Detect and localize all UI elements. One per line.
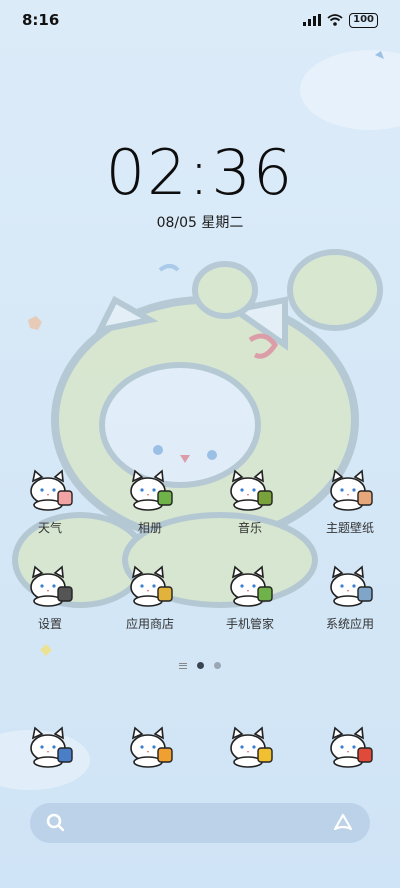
app-icon-wrap[interactable] [225, 467, 275, 511]
camera-icon [330, 726, 373, 768]
status-bar: 8:16 100 [0, 0, 400, 40]
app-store-icon [130, 565, 173, 607]
messages-icon [230, 726, 273, 768]
app-settings[interactable]: 设置 [0, 561, 100, 657]
app-label: 手机管家 [225, 617, 274, 631]
dock-icon-wrap[interactable] [25, 724, 75, 768]
battery-indicator: 100 [349, 12, 378, 28]
browser-icon [130, 726, 173, 768]
phone-icon [30, 726, 73, 768]
page-dot[interactable] [214, 662, 221, 669]
app-label: 相册 [137, 521, 162, 535]
app-app-store[interactable]: 应用商店 [100, 561, 200, 657]
app-icon-wrap[interactable] [125, 563, 175, 607]
app-label: 天气 [37, 521, 62, 535]
dock-icon-wrap[interactable] [125, 724, 175, 768]
app-icon-wrap[interactable] [25, 467, 75, 511]
search-icon[interactable] [46, 813, 66, 833]
app-icon-wrap[interactable] [325, 467, 375, 511]
app-icon-wrap[interactable] [25, 563, 75, 607]
app-icon-wrap[interactable] [225, 563, 275, 607]
app-system-apps-folder[interactable]: 系统应用 [300, 561, 400, 657]
app-music[interactable]: 音乐 [200, 465, 300, 561]
settings-icon [30, 565, 73, 607]
system-apps-folder-icon [330, 565, 373, 607]
status-icons: 100 [303, 12, 378, 28]
app-label: 设置 [37, 617, 62, 631]
dock-messages[interactable] [200, 722, 300, 782]
app-label: 主题壁纸 [325, 521, 374, 535]
dock [0, 722, 400, 782]
app-icon-wrap[interactable] [325, 563, 375, 607]
dock-phone[interactable] [0, 722, 100, 782]
lock-date[interactable]: 08/05 星期二 [0, 212, 400, 232]
music-icon [230, 469, 273, 511]
app-gallery[interactable]: 相册 [100, 465, 200, 561]
wifi-icon [327, 14, 343, 26]
page-dot-active[interactable] [197, 662, 204, 669]
app-grid: 天气 相册 音乐 主题壁纸设置 应用商店 手机管家 系统应用 [0, 465, 400, 657]
app-theme[interactable]: 主题壁纸 [300, 465, 400, 561]
weather-icon [30, 469, 73, 511]
app-drawer-indicator[interactable] [179, 662, 187, 669]
app-label: 应用商店 [125, 617, 174, 631]
page-indicator[interactable] [0, 662, 400, 669]
app-label: 音乐 [237, 521, 262, 535]
status-time: 8:16 [22, 11, 60, 29]
app-icon-wrap[interactable] [125, 467, 175, 511]
app-weather[interactable]: 天气 [0, 465, 100, 561]
lock-clock[interactable]: 02:36 [0, 136, 400, 209]
app-label: 系统应用 [325, 617, 374, 631]
dock-browser[interactable] [100, 722, 200, 782]
dock-camera[interactable] [300, 722, 400, 782]
dock-icon-wrap[interactable] [325, 724, 375, 768]
gallery-icon [130, 469, 173, 511]
signal-icon [303, 14, 322, 26]
security-icon [230, 565, 273, 607]
assistant-icon[interactable] [332, 813, 354, 833]
app-security[interactable]: 手机管家 [200, 561, 300, 657]
dock-icon-wrap[interactable] [225, 724, 275, 768]
theme-icon [330, 469, 373, 511]
search-bar[interactable] [30, 803, 370, 843]
